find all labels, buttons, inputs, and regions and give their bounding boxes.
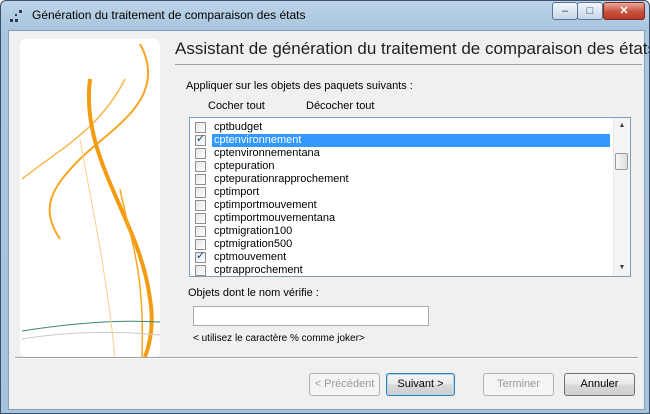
- checkbox[interactable]: [195, 265, 206, 276]
- list-item-label: cptrapprochement: [214, 264, 303, 276]
- list-item-label: cptmouvement: [214, 251, 287, 263]
- page-title: Assistant de génération du traitement de…: [175, 39, 650, 58]
- list-item-label: cptenvironnement: [212, 134, 610, 147]
- checkbox[interactable]: [195, 174, 206, 185]
- list-item[interactable]: cptepuration: [192, 160, 610, 173]
- list-item-label: cptimport: [214, 186, 260, 198]
- list-item[interactable]: cptenvironnementana: [192, 147, 610, 160]
- cancel-button-label: Annuler: [580, 378, 619, 390]
- check-all-link[interactable]: Cocher tout: [208, 100, 265, 112]
- list-item-label: cptmigration100: [214, 225, 293, 237]
- list-item-label: cptbudget: [214, 121, 263, 133]
- finish-button[interactable]: Terminer: [483, 373, 554, 396]
- wizard-side-illustration: [20, 39, 160, 357]
- wizard-window: Génération du traitement de comparaison …: [0, 0, 650, 414]
- filter-input[interactable]: [193, 306, 429, 326]
- checkbox[interactable]: [195, 122, 206, 133]
- list-item[interactable]: cptimport: [192, 186, 610, 199]
- swirl-decoration: [21, 43, 160, 357]
- previous-button-label: < Précédent: [314, 378, 375, 390]
- next-button[interactable]: Suivant >: [386, 373, 455, 396]
- checkbox[interactable]: [195, 213, 206, 224]
- checkbox[interactable]: [195, 187, 206, 198]
- packages-instruction: Appliquer sur les objets des paquets sui…: [186, 80, 413, 92]
- previous-button[interactable]: < Précédent: [309, 373, 380, 396]
- list-item[interactable]: cptrapprochement: [192, 264, 610, 276]
- list-item[interactable]: cptmigration100: [192, 225, 610, 238]
- maximize-button[interactable]: □: [577, 2, 603, 20]
- minimize-button[interactable]: –: [552, 2, 578, 20]
- list-item[interactable]: ✓ cptenvironnement: [192, 133, 610, 147]
- scroll-down-arrow-icon[interactable]: ▼: [614, 260, 630, 276]
- list-item[interactable]: cptimportmouvementana: [192, 212, 610, 225]
- footer-divider: [15, 357, 638, 358]
- filter-label: Objets dont le nom vérifie :: [188, 287, 319, 299]
- list-item-label: cptepurationrapprochement: [214, 173, 349, 185]
- checkbox[interactable]: ✓: [195, 133, 206, 146]
- scroll-thumb[interactable]: [615, 153, 628, 170]
- checkbox[interactable]: ✓: [195, 250, 206, 263]
- checkbox[interactable]: [195, 239, 206, 250]
- list-item[interactable]: cptimportmouvement: [192, 199, 610, 212]
- next-button-label: Suivant >: [397, 378, 444, 390]
- uncheck-all-link[interactable]: Décocher tout: [306, 100, 374, 112]
- list-item[interactable]: cptepurationrapprochement: [192, 173, 610, 186]
- checkbox[interactable]: [195, 161, 206, 172]
- list-item-label: cptepuration: [214, 160, 275, 172]
- list-item-label: cptenvironnementana: [214, 147, 320, 159]
- checkbox[interactable]: [195, 200, 206, 211]
- window-title: Génération du traitement de comparaison …: [32, 8, 306, 22]
- list-item[interactable]: cptbudget: [192, 121, 610, 134]
- finish-button-label: Terminer: [497, 378, 540, 390]
- title-bar[interactable]: Génération du traitement de comparaison …: [1, 1, 649, 29]
- packages-panel: Appliquer sur les objets des paquets sui…: [179, 71, 640, 391]
- checkbox[interactable]: [195, 226, 206, 237]
- list-item-label: cptmigration500: [214, 238, 293, 250]
- scroll-up-arrow-icon[interactable]: ▲: [614, 118, 630, 134]
- wizard-body: Assistant de génération du traitement de…: [8, 30, 649, 410]
- checkbox[interactable]: [195, 148, 206, 159]
- list-item-label: cptimportmouvement: [214, 199, 317, 211]
- checkmark-icon: ✓: [196, 133, 206, 145]
- list-scrollbar[interactable]: ▲ ▼: [613, 118, 630, 276]
- list-item[interactable]: ✓ cptmouvement: [192, 250, 610, 264]
- packages-checklist[interactable]: cptbudget ✓ cptenvironnement cptenvironneme…: [189, 117, 631, 277]
- cancel-button[interactable]: Annuler: [564, 373, 635, 396]
- list-item[interactable]: cptmigration500: [192, 238, 610, 251]
- list-item-label: cptimportmouvementana: [214, 212, 336, 224]
- header-divider: [175, 64, 642, 65]
- close-button[interactable]: ✕: [603, 2, 645, 20]
- checkmark-icon: ✓: [196, 250, 206, 262]
- filter-hint: < utilisez le caractère % comme joker>: [193, 333, 365, 344]
- app-icon: [10, 10, 22, 22]
